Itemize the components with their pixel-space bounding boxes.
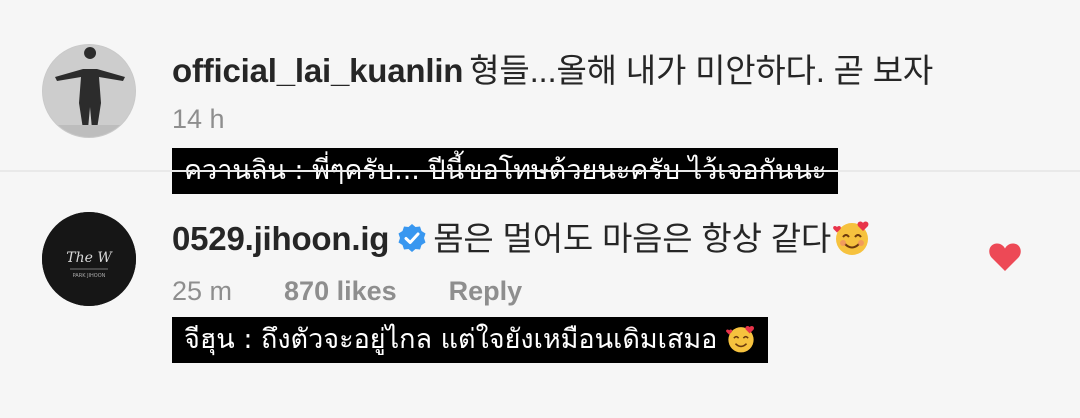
comment-text-line: 0529.jihoon.ig 몸은 멀어도 마음은 항상 같다 <box>172 212 871 260</box>
timestamp: 25 m <box>172 276 233 306</box>
logo-icon: The W PARK JIHOON <box>42 212 136 306</box>
avatar[interactable] <box>42 44 136 138</box>
username[interactable]: 0529.jihoon.ig <box>172 220 389 257</box>
svg-text:The W: The W <box>66 250 113 266</box>
smiling-face-with-hearts-icon <box>833 221 869 255</box>
like-heart-icon[interactable] <box>988 241 1022 273</box>
comment-text: 형들...올해 내가 미안하다. 곧 보자 <box>469 52 934 89</box>
comment-meta: 25 m 870 likes Reply <box>172 276 574 307</box>
translation-caption: จีฮุน : ถึงตัวจะอยู่ไกล แต่ใจยังเหมือนเด… <box>172 317 768 363</box>
comment-item-2: The W PARK JIHOON 0529.jihoon.ig 몸은 멀어도 … <box>0 172 1080 418</box>
timestamp: 14 h <box>172 104 225 134</box>
verified-badge-icon <box>398 224 426 252</box>
smiling-face-with-hearts-icon <box>726 326 754 353</box>
comment-text-line: official_lai_kuanlin 형들...올해 내가 미안하다. 곧 보… <box>172 44 933 92</box>
username[interactable]: official_lai_kuanlin <box>172 52 463 89</box>
comment-meta: 14 h <box>172 104 277 135</box>
comment-text: 몸은 멀어도 마음은 항상 같다 <box>433 220 832 257</box>
comment-item-1: official_lai_kuanlin 형들...올해 내가 미안하다. 곧 보… <box>0 0 1080 194</box>
reply-button[interactable]: Reply <box>449 276 523 306</box>
translation-text: จีฮุน : ถึงตัวจะอยู่ไกล แต่ใจยังเหมือนเด… <box>184 324 718 355</box>
svg-text:PARK JIHOON: PARK JIHOON <box>73 273 106 279</box>
person-silhouette-icon <box>43 45 135 137</box>
likes-count[interactable]: 870 likes <box>284 276 397 306</box>
avatar[interactable]: The W PARK JIHOON <box>42 212 136 306</box>
